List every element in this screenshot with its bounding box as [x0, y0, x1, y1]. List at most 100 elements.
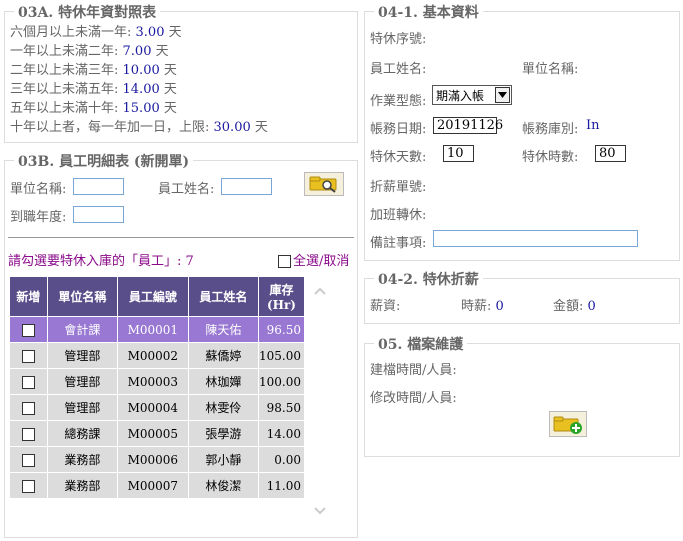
days-input[interactable]: 10: [443, 145, 474, 162]
row-checkbox-cell[interactable]: [9, 394, 48, 421]
cell-id: M00005: [116, 420, 189, 447]
col-stock: 庫存 (Hr): [257, 276, 306, 317]
year-filter-input[interactable]: [73, 206, 124, 223]
col-name: 員工姓名: [187, 276, 259, 317]
cell-stock: 0.00: [257, 446, 306, 473]
seniority-value: 3.00: [135, 25, 165, 40]
table-row[interactable]: 管理部 M00004 林雯伶 98.50: [9, 394, 306, 421]
cell-name: 林珈嬋: [187, 368, 259, 395]
acct-type-value: In: [586, 118, 600, 133]
row-checkbox-cell[interactable]: [9, 446, 48, 473]
row-checkbox-cell[interactable]: [9, 472, 48, 499]
scroll-up-icon: [314, 287, 326, 295]
table-row[interactable]: 管理部 M00002 蘇僑婷 105.00: [9, 342, 306, 369]
folder-add-icon: [553, 416, 582, 434]
emp-name-label: 員工姓名:: [370, 62, 427, 77]
col-add: 新增: [9, 276, 48, 317]
row-checkbox[interactable]: [21, 349, 35, 363]
seniority-value: 10.00: [122, 63, 160, 78]
note-input[interactable]: [433, 230, 638, 247]
cell-unit: 管理部: [46, 368, 118, 395]
discount-no-label: 折薪單號:: [370, 180, 427, 195]
cell-stock: 98.50: [257, 394, 306, 421]
employee-table: 新增 單位名稱 員工編號 員工姓名 庫存 (Hr) 會計課 M00001 陳天佑 96…: [9, 276, 306, 499]
select-all-toggle[interactable]: 全選/取消: [278, 250, 349, 269]
modified-label: 修改時間/人員:: [370, 391, 457, 406]
cell-unit: 業務部: [46, 472, 118, 499]
table-header-row: 新增 單位名稱 員工編號 員工姓名 庫存 (Hr): [9, 276, 306, 317]
cell-name: 陳天佑: [187, 316, 259, 343]
maintenance-title: 05. 檔案維護: [374, 334, 468, 354]
row-checkbox-cell[interactable]: [9, 420, 48, 447]
cell-name: 張學游: [187, 420, 259, 447]
seniority-last-value: 30.00: [213, 120, 251, 135]
op-type-select[interactable]: 期滿入帳: [432, 85, 512, 105]
name-filter-input[interactable]: [221, 178, 272, 195]
cell-unit: 會計課: [46, 316, 118, 343]
amount-value: 0: [587, 299, 596, 314]
seniority-row: 二年以上未滿三年: 10.00 天: [10, 63, 177, 78]
search-button[interactable]: [304, 172, 344, 196]
cell-id: M00004: [116, 394, 189, 421]
table-scrollbar[interactable]: [312, 282, 328, 520]
cell-stock: 105.00: [257, 342, 306, 369]
basic-title: 04-1. 基本資料: [374, 2, 483, 22]
overtime-label: 加班轉休:: [370, 208, 427, 223]
amount-field: 金額: 0: [553, 299, 596, 314]
salary-label: 薪資:: [370, 299, 401, 314]
seniority-title: 03A. 特休年資對照表: [14, 2, 161, 22]
table-row[interactable]: 總務課 M00005 張學游 14.00: [9, 420, 306, 447]
unit-filter-label: 單位名稱:: [10, 182, 67, 197]
search-folder-icon: [309, 176, 337, 193]
row-checkbox[interactable]: [21, 479, 35, 493]
date-label: 帳務日期:: [370, 122, 427, 137]
created-label: 建檔時間/人員:: [370, 363, 457, 378]
seniority-row: 五年以上未滿十年: 15.00 天: [10, 101, 177, 116]
row-checkbox-cell[interactable]: [9, 368, 48, 395]
cell-name: 林俊潔: [187, 472, 259, 499]
table-row[interactable]: 業務部 M00006 郭小靜 0.00: [9, 446, 306, 473]
hourly-value: 0: [495, 299, 504, 314]
col-unit: 單位名稱: [46, 276, 118, 317]
cell-id: M00006: [116, 446, 189, 473]
discount-title: 04-2. 特休折薪: [374, 269, 483, 289]
date-input[interactable]: 20191126: [433, 117, 503, 134]
hours-input[interactable]: 80: [595, 145, 626, 162]
hours-label: 特休時數:: [522, 150, 579, 165]
seniority-value: 7.00: [122, 44, 152, 59]
employee-title: 03B. 員工明細表 (新開單): [14, 151, 194, 171]
row-checkbox-cell[interactable]: [9, 316, 48, 343]
table-row[interactable]: 管理部 M00003 林珈嬋 100.00: [9, 368, 306, 395]
row-checkbox[interactable]: [21, 375, 35, 389]
cell-stock: 100.00: [257, 368, 306, 395]
days-label: 特休天數:: [370, 150, 427, 165]
cell-unit: 管理部: [46, 342, 118, 369]
table-row[interactable]: 業務部 M00007 林俊潔 11.00: [9, 472, 306, 499]
row-checkbox[interactable]: [21, 401, 35, 415]
seniority-value: 15.00: [122, 101, 160, 116]
name-filter-label: 員工姓名:: [158, 182, 215, 197]
cell-id: M00007: [116, 472, 189, 499]
cell-id: M00003: [116, 368, 189, 395]
table-row[interactable]: 會計課 M00001 陳天佑 96.50: [9, 316, 306, 343]
unit-filter-input[interactable]: [73, 178, 124, 195]
cell-id: M00002: [116, 342, 189, 369]
note-label: 備註事項:: [370, 236, 427, 251]
col-id: 員工編號: [116, 276, 189, 317]
add-file-button[interactable]: [549, 411, 587, 437]
select-all-checkbox[interactable]: [278, 255, 291, 268]
row-checkbox-cell[interactable]: [9, 342, 48, 369]
acct-type-label: 帳務庫別:: [522, 122, 579, 137]
chevron-down-icon: [495, 87, 510, 103]
scroll-down-icon: [314, 507, 326, 515]
row-checkbox[interactable]: [21, 453, 35, 467]
seniority-value: 14.00: [122, 82, 160, 97]
row-checkbox[interactable]: [21, 427, 35, 441]
cell-id: M00001: [116, 316, 189, 343]
cell-unit: 管理部: [46, 394, 118, 421]
seniority-row: 三年以上未滿五年: 14.00 天: [10, 82, 177, 97]
seq-label: 特休序號:: [370, 32, 427, 47]
seniority-row: 六個月以上未滿一年: 3.00 天: [10, 25, 182, 40]
cell-name: 郭小靜: [187, 446, 259, 473]
row-checkbox[interactable]: [21, 323, 35, 337]
